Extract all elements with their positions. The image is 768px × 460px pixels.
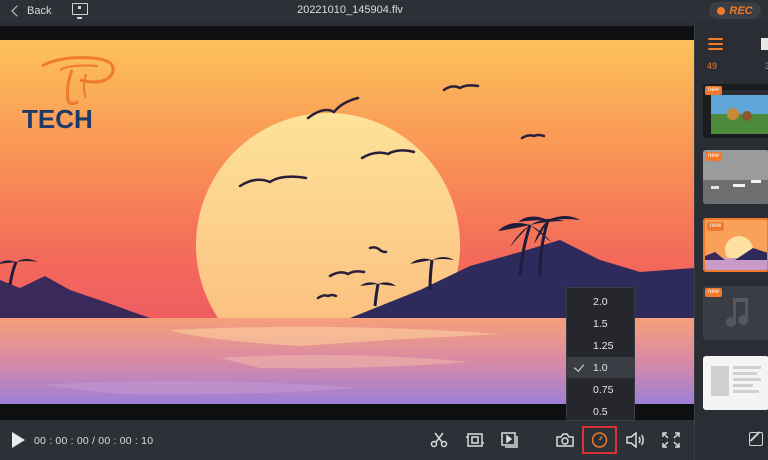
play-icon[interactable] <box>12 432 25 448</box>
speed-option-1-25[interactable]: 1.25 <box>567 335 634 356</box>
thumbnail-sunset-selected[interactable]: new <box>703 218 768 272</box>
rec-button[interactable]: REC <box>709 2 761 19</box>
scissors-icon[interactable] <box>430 432 448 448</box>
speed-option-1-5[interactable]: 1.5 <box>567 313 634 334</box>
speed-option-0-5[interactable]: 0.5 <box>567 401 634 422</box>
file-title: 20221010_145904.flv <box>297 4 403 16</box>
logo-text: TECH <box>22 104 93 134</box>
top-bar: Back 20221010_145904.flv REC <box>0 0 768 22</box>
list-menu-icon[interactable] <box>708 38 723 50</box>
speed-option-0-75[interactable]: 0.75 <box>567 379 634 400</box>
speed-option-2-0[interactable]: 2.0 <box>567 291 634 312</box>
record-dot-icon <box>717 6 726 15</box>
volume-icon[interactable] <box>626 432 644 448</box>
recording-count: 49 <box>707 61 718 71</box>
thumbnail-audio-file[interactable]: new <box>703 286 768 340</box>
playlist-play-icon[interactable] <box>501 432 519 448</box>
speed-button[interactable] <box>582 426 617 454</box>
edit-icon[interactable] <box>749 432 763 446</box>
check-icon <box>573 361 585 372</box>
crop-icon[interactable] <box>466 432 484 448</box>
new-badge: new <box>705 288 723 297</box>
recording-list-sidebar: 49 3 new new new new <box>694 22 768 460</box>
speedometer-icon <box>591 432 608 448</box>
speed-menu: 2.0 1.5 1.25 1.0 0.75 0.5 <box>566 287 635 421</box>
rec-label: REC <box>729 4 753 17</box>
speed-option-1-0[interactable]: 1.0 <box>567 357 634 378</box>
timecode: 00 : 00 : 00 / 00 : 00 : 10 <box>34 435 154 447</box>
fullscreen-icon[interactable] <box>662 432 680 448</box>
new-badge: new <box>705 86 723 95</box>
grid-view-icon[interactable] <box>761 38 768 50</box>
playback-controls: 00 : 00 : 00 / 00 : 00 : 10 <box>0 421 694 460</box>
thumbnail-room-lights[interactable]: new <box>703 150 768 204</box>
camera-icon[interactable] <box>556 432 574 448</box>
new-badge: new <box>705 152 723 161</box>
new-badge: new <box>707 222 725 231</box>
thumbnail-game-scene[interactable]: new <box>703 84 768 138</box>
thumbnail-document[interactable] <box>703 356 768 410</box>
